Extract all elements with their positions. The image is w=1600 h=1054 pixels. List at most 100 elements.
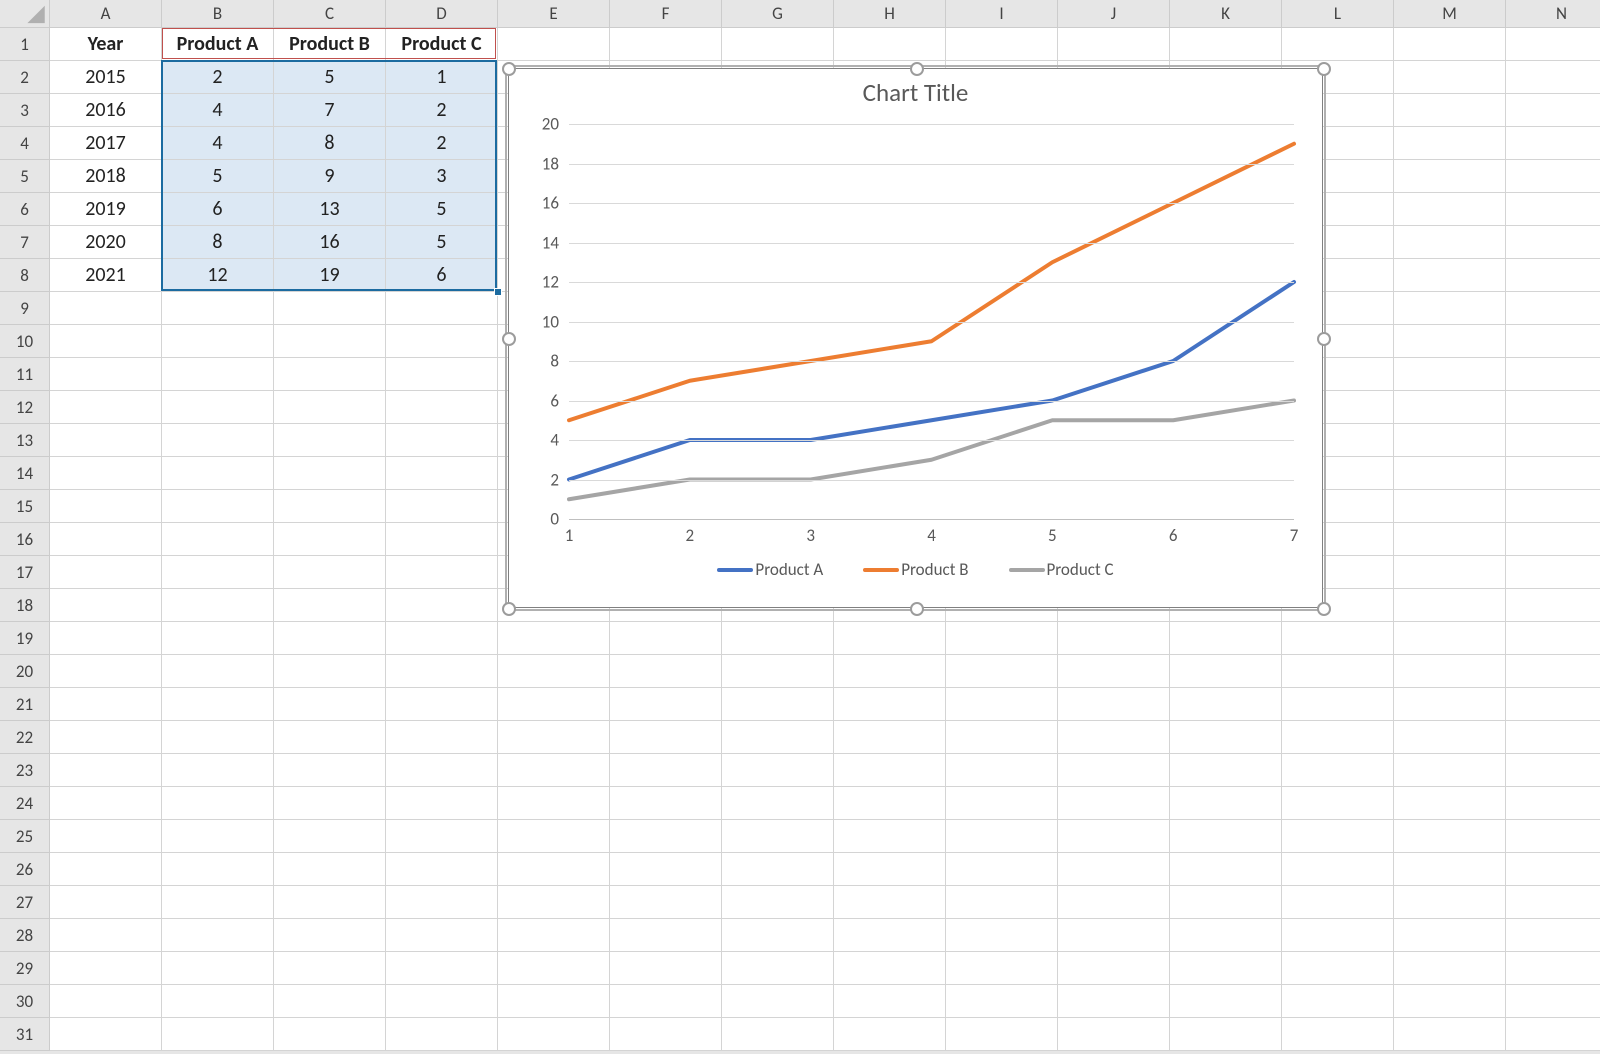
cell-M29[interactable] [1394, 952, 1506, 985]
cell-D10[interactable] [386, 325, 498, 358]
cell-N3[interactable] [1506, 94, 1600, 127]
cell-L24[interactable] [1282, 787, 1394, 820]
cell-I24[interactable] [946, 787, 1058, 820]
cell-C5[interactable]: 9 [274, 160, 386, 193]
col-header-C[interactable]: C [274, 0, 386, 28]
cell-E30[interactable] [498, 985, 610, 1018]
cell-N9[interactable] [1506, 292, 1600, 325]
cell-G26[interactable] [722, 853, 834, 886]
cell-A26[interactable] [50, 853, 162, 886]
cell-J19[interactable] [1058, 622, 1170, 655]
cell-B19[interactable] [162, 622, 274, 655]
row-header-12[interactable]: 12 [0, 391, 50, 424]
cell-K27[interactable] [1170, 886, 1282, 919]
cell-B18[interactable] [162, 589, 274, 622]
cell-I19[interactable] [946, 622, 1058, 655]
cell-C25[interactable] [274, 820, 386, 853]
cell-B31[interactable] [162, 1018, 274, 1051]
cell-N27[interactable] [1506, 886, 1600, 919]
row-header-6[interactable]: 6 [0, 193, 50, 226]
cell-A12[interactable] [50, 391, 162, 424]
cell-C22[interactable] [274, 721, 386, 754]
cell-K26[interactable] [1170, 853, 1282, 886]
cell-H19[interactable] [834, 622, 946, 655]
cell-J25[interactable] [1058, 820, 1170, 853]
cell-A29[interactable] [50, 952, 162, 985]
cell-I22[interactable] [946, 721, 1058, 754]
row-header-18[interactable]: 18 [0, 589, 50, 622]
cell-N31[interactable] [1506, 1018, 1600, 1051]
cell-A20[interactable] [50, 655, 162, 688]
cell-M25[interactable] [1394, 820, 1506, 853]
cell-K31[interactable] [1170, 1018, 1282, 1051]
cell-D26[interactable] [386, 853, 498, 886]
cell-H24[interactable] [834, 787, 946, 820]
cell-M15[interactable] [1394, 490, 1506, 523]
cell-J24[interactable] [1058, 787, 1170, 820]
cell-E22[interactable] [498, 721, 610, 754]
cell-D24[interactable] [386, 787, 498, 820]
cell-N19[interactable] [1506, 622, 1600, 655]
row-header-28[interactable]: 28 [0, 919, 50, 952]
cell-C19[interactable] [274, 622, 386, 655]
cell-B21[interactable] [162, 688, 274, 721]
cell-L1[interactable] [1282, 28, 1394, 61]
row-header-2[interactable]: 2 [0, 61, 50, 94]
cell-A28[interactable] [50, 919, 162, 952]
cell-H27[interactable] [834, 886, 946, 919]
cell-B5[interactable]: 5 [162, 160, 274, 193]
cell-D22[interactable] [386, 721, 498, 754]
cell-N5[interactable] [1506, 160, 1600, 193]
cell-M31[interactable] [1394, 1018, 1506, 1051]
cell-I25[interactable] [946, 820, 1058, 853]
cell-E28[interactable] [498, 919, 610, 952]
cell-N17[interactable] [1506, 556, 1600, 589]
cell-F28[interactable] [610, 919, 722, 952]
cell-M2[interactable] [1394, 61, 1506, 94]
cell-N26[interactable] [1506, 853, 1600, 886]
cell-A14[interactable] [50, 457, 162, 490]
cell-C21[interactable] [274, 688, 386, 721]
cell-A2[interactable]: 2015 [50, 61, 162, 94]
cell-B23[interactable] [162, 754, 274, 787]
cell-N28[interactable] [1506, 919, 1600, 952]
row-header-10[interactable]: 10 [0, 325, 50, 358]
cell-L20[interactable] [1282, 655, 1394, 688]
cell-J23[interactable] [1058, 754, 1170, 787]
cell-J21[interactable] [1058, 688, 1170, 721]
cell-F30[interactable] [610, 985, 722, 1018]
cell-B20[interactable] [162, 655, 274, 688]
cell-A13[interactable] [50, 424, 162, 457]
cell-C17[interactable] [274, 556, 386, 589]
cell-L27[interactable] [1282, 886, 1394, 919]
cell-N10[interactable] [1506, 325, 1600, 358]
cell-C2[interactable]: 5 [274, 61, 386, 94]
cell-E19[interactable] [498, 622, 610, 655]
cell-F26[interactable] [610, 853, 722, 886]
cell-N8[interactable] [1506, 259, 1600, 292]
cell-D23[interactable] [386, 754, 498, 787]
cell-M30[interactable] [1394, 985, 1506, 1018]
cell-B8[interactable]: 12 [162, 259, 274, 292]
cell-C20[interactable] [274, 655, 386, 688]
cell-F31[interactable] [610, 1018, 722, 1051]
cell-N4[interactable] [1506, 127, 1600, 160]
cell-D20[interactable] [386, 655, 498, 688]
cell-C18[interactable] [274, 589, 386, 622]
row-header-24[interactable]: 24 [0, 787, 50, 820]
row-header-9[interactable]: 9 [0, 292, 50, 325]
cell-H22[interactable] [834, 721, 946, 754]
cell-C23[interactable] [274, 754, 386, 787]
cell-F23[interactable] [610, 754, 722, 787]
row-header-4[interactable]: 4 [0, 127, 50, 160]
cell-A24[interactable] [50, 787, 162, 820]
legend-item-product-b[interactable]: Product B [863, 559, 968, 580]
cell-B22[interactable] [162, 721, 274, 754]
cell-G29[interactable] [722, 952, 834, 985]
cell-B9[interactable] [162, 292, 274, 325]
legend-item-product-c[interactable]: Product C [1009, 559, 1114, 580]
cell-C16[interactable] [274, 523, 386, 556]
cell-D29[interactable] [386, 952, 498, 985]
col-header-G[interactable]: G [722, 0, 834, 28]
cell-L21[interactable] [1282, 688, 1394, 721]
